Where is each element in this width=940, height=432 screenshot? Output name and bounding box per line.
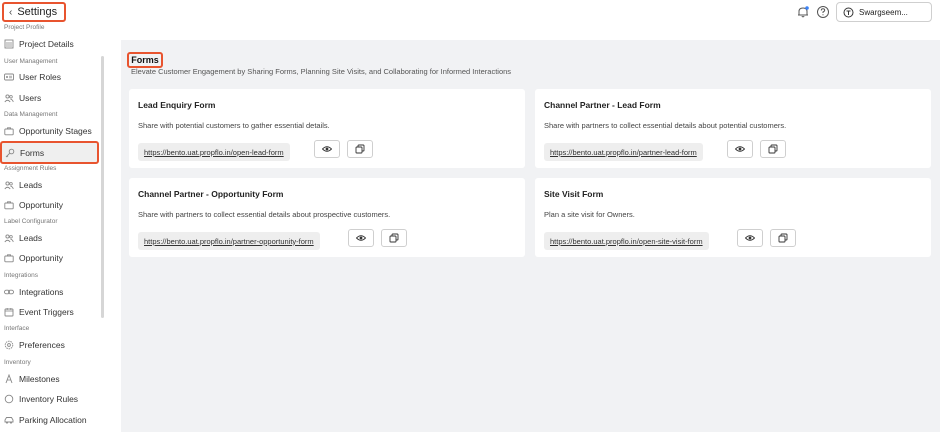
copy-link-button[interactable]: [347, 140, 373, 158]
copy-link-button[interactable]: [770, 229, 796, 247]
chevron-left-icon: ‹: [9, 6, 13, 18]
sidebar-item-assignment-leads[interactable]: Leads: [4, 176, 100, 194]
sidebar-item-users[interactable]: Users: [4, 89, 100, 107]
users-icon: [4, 93, 14, 103]
gear-icon: [4, 340, 14, 350]
organization-selector[interactable]: Swargseem...: [836, 2, 932, 22]
card-description: Share with potential customers to gather…: [138, 121, 330, 130]
calendar-icon: [4, 307, 14, 317]
car-icon: [4, 415, 14, 425]
key-icon: [5, 148, 15, 158]
back-label: Settings: [17, 6, 58, 18]
org-name: Swargseem...: [859, 7, 908, 17]
briefcase-icon: [4, 253, 14, 263]
group-inventory: Inventory: [4, 359, 31, 366]
sidebar-item-label: Milestones: [19, 374, 60, 384]
sidebar-item-label: Integrations: [19, 287, 64, 297]
sidebar-item-label: Leads: [19, 180, 43, 190]
card-title: Lead Enquiry Form: [138, 100, 216, 110]
sidebar-item-label-leads[interactable]: Leads: [4, 229, 100, 247]
group-interface: Interface: [4, 325, 30, 332]
briefcase-icon: [4, 200, 14, 210]
sidebar-item-label: Parking Allocation: [19, 415, 87, 425]
help-icon[interactable]: [816, 5, 830, 19]
sidebar-item-opportunity-stages[interactable]: Opportunity Stages: [4, 122, 100, 140]
sidebar-item-inventory-rules[interactable]: Inventory Rules: [4, 390, 100, 408]
eye-icon: [322, 146, 332, 152]
group-user-management: User Management: [4, 58, 58, 65]
group-project-profile: Project Profile: [4, 24, 45, 31]
form-card-channel-partner-opportunity: Channel Partner - Opportunity Form Share…: [129, 178, 525, 257]
sidebar-scrollbar[interactable]: [101, 56, 104, 318]
sidebar-item-label: Event Triggers: [19, 307, 74, 317]
id-card-icon: [4, 72, 14, 82]
sidebar-item-assignment-opportunity[interactable]: Opportunity: [4, 196, 100, 214]
sidebar: ‹ Settings Project Profile Project Detai…: [0, 0, 104, 432]
app: ‹ Settings Project Profile Project Detai…: [0, 0, 940, 432]
sidebar-item-preferences[interactable]: Preferences: [4, 336, 100, 354]
sidebar-item-label: Opportunity: [19, 200, 63, 210]
form-link[interactable]: https://bento.uat.propflo.in/open-site-v…: [544, 232, 709, 250]
users-icon: [4, 233, 14, 243]
eye-icon: [356, 235, 366, 241]
form-card-site-visit: Site Visit Form Plan a site visit for Ow…: [535, 178, 931, 257]
preview-button[interactable]: [737, 229, 763, 247]
sidebar-item-forms[interactable]: Forms: [0, 141, 99, 164]
sidebar-item-label: Inventory Rules: [19, 394, 79, 404]
back-to-settings-button[interactable]: ‹ Settings: [2, 2, 66, 22]
sidebar-item-label-opportunity[interactable]: Opportunity: [4, 249, 100, 267]
sidebar-item-label: Project Details: [19, 39, 74, 49]
card-description: Share with partners to collect essential…: [138, 210, 391, 219]
org-logo-icon: [843, 7, 854, 17]
group-data-management: Data Management: [4, 111, 58, 118]
preview-button[interactable]: [314, 140, 340, 158]
sidebar-item-project-details[interactable]: Project Details: [4, 35, 100, 53]
sidebar-item-label: Leads: [19, 233, 43, 243]
sidebar-item-label: Preferences: [19, 340, 65, 350]
copy-link-button[interactable]: [760, 140, 786, 158]
sidebar-item-event-triggers[interactable]: Event Triggers: [4, 303, 100, 321]
briefcase-icon: [4, 126, 14, 136]
sidebar-item-milestones[interactable]: Milestones: [4, 370, 100, 388]
users-icon: [4, 180, 14, 190]
form-card-channel-partner-lead: Channel Partner - Lead Form Share with p…: [535, 89, 931, 168]
group-assignment-rules: Assignment Rules: [4, 165, 57, 172]
sidebar-item-label: Users: [19, 93, 42, 103]
form-link[interactable]: https://bento.uat.propflo.in/partner-opp…: [138, 232, 320, 250]
sidebar-item-integrations[interactable]: Integrations: [4, 283, 100, 301]
copy-icon: [355, 144, 365, 154]
card-description: Share with partners to collect essential…: [544, 121, 787, 130]
eye-icon: [735, 146, 745, 152]
form-link[interactable]: https://bento.uat.propflo.in/partner-lea…: [544, 143, 703, 161]
copy-link-button[interactable]: [381, 229, 407, 247]
page-subtitle: Elevate Customer Engagement by Sharing F…: [131, 67, 512, 76]
preview-button[interactable]: [348, 229, 374, 247]
sidebar-item-label: User Roles: [19, 72, 62, 82]
milestone-icon: [4, 374, 14, 384]
sidebar-item-parking-allocation[interactable]: Parking Allocation: [4, 411, 100, 429]
card-title: Site Visit Form: [544, 189, 604, 199]
circle-icon: [4, 394, 14, 404]
eye-icon: [745, 235, 755, 241]
preview-button[interactable]: [727, 140, 753, 158]
sidebar-item-label: Opportunity: [19, 253, 63, 263]
sidebar-item-user-roles[interactable]: User Roles: [4, 68, 100, 86]
card-title: Channel Partner - Lead Form: [544, 100, 661, 110]
copy-icon: [768, 144, 778, 154]
copy-icon: [389, 233, 399, 243]
link-icon: [4, 287, 14, 297]
group-label-configurator: Label Configurator: [4, 218, 58, 225]
group-integrations: Integrations: [4, 272, 38, 279]
card-description: Plan a site visit for Owners.: [544, 210, 635, 219]
page-title: Forms: [127, 52, 163, 68]
sidebar-item-label: Opportunity Stages: [19, 126, 92, 136]
sidebar-item-label: Forms: [20, 147, 45, 158]
copy-icon: [778, 233, 788, 243]
form-link[interactable]: https://bento.uat.propflo.in/open-lead-f…: [138, 143, 290, 161]
building-icon: [4, 39, 14, 49]
notification-bell-icon[interactable]: [796, 5, 810, 19]
card-title: Channel Partner - Opportunity Form: [138, 189, 284, 199]
form-card-lead-enquiry: Lead Enquiry Form Share with potential c…: [129, 89, 525, 168]
